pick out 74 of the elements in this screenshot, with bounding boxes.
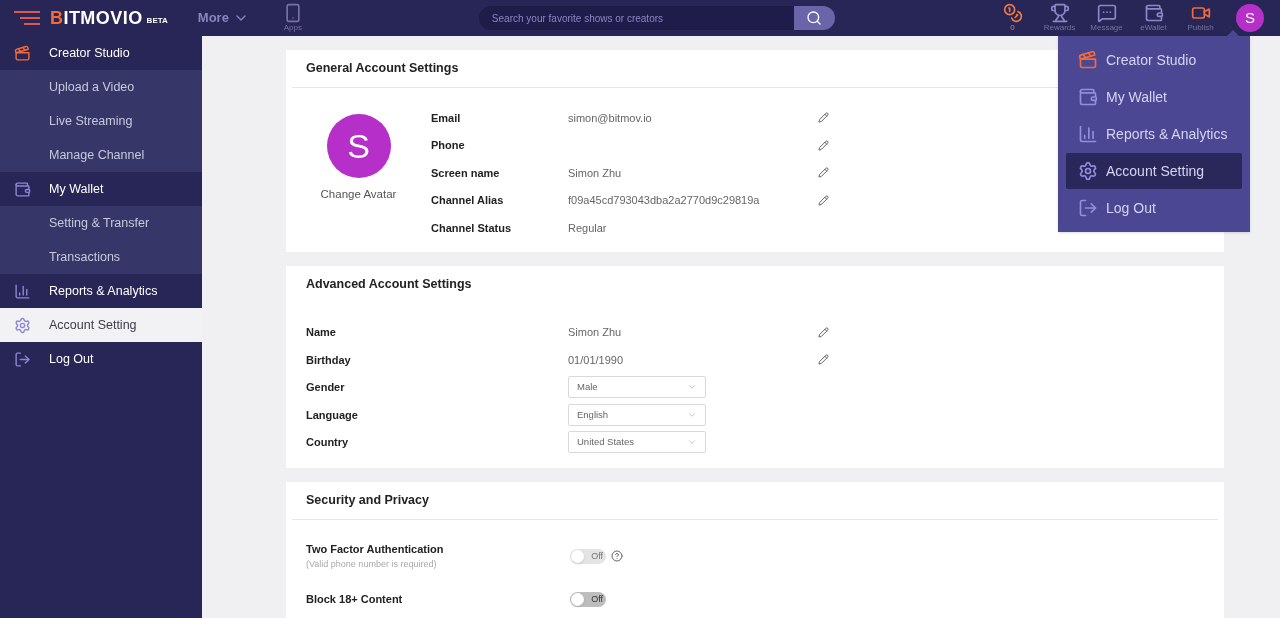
sidebar-item[interactable]: Creator Studio (0, 36, 202, 70)
menu-item[interactable]: Account Setting (1066, 153, 1242, 189)
sidebar-item[interactable]: Account Setting (0, 308, 202, 342)
edit-button[interactable] (818, 354, 829, 366)
coin-icon (1002, 3, 1023, 23)
edit-button[interactable] (818, 139, 829, 151)
submenu-item[interactable]: Manage Channel (0, 138, 202, 172)
setting-note: (Valid phone number is required) (306, 557, 438, 571)
logo[interactable]: BITMOVIO BETA (50, 9, 168, 27)
trophy-icon (1049, 3, 1070, 23)
edit-button[interactable] (818, 112, 829, 124)
field-label: Country (306, 435, 350, 450)
sidebar-item[interactable]: My Wallet (0, 172, 202, 206)
settings-icon (13, 316, 31, 334)
setting-label: Block 18+ Content (306, 592, 404, 607)
field-label: Name (306, 325, 337, 340)
field-value: f09a45cd793043dba2a2770d9c29819a (568, 193, 761, 208)
edit-button[interactable] (818, 326, 829, 338)
toggle-switch[interactable]: Off (570, 591, 606, 607)
pencil-icon (818, 139, 829, 151)
dropdown-select[interactable]: United States (568, 431, 706, 454)
logout-icon (1078, 198, 1098, 218)
pencil-icon (818, 354, 829, 366)
card-title: Advanced Account Settings (305, 276, 473, 294)
submenu-item[interactable]: Setting & Transfer (0, 206, 202, 240)
field-label: Channel Status (431, 220, 513, 236)
field-value: simon@bitmov.io (568, 110, 653, 126)
pencil-icon (818, 112, 829, 124)
change-avatar-link[interactable]: Change Avatar (320, 186, 397, 204)
settings-icon (1078, 161, 1098, 181)
header-action[interactable]: 0 (989, 3, 1036, 33)
setting-label: Two Factor Authentication (306, 542, 445, 557)
pencil-icon (818, 326, 829, 338)
header-action[interactable]: Publish (1177, 3, 1224, 33)
field-label: Channel Alias (431, 193, 505, 208)
search-button[interactable] (793, 6, 835, 30)
pencil-icon (818, 167, 829, 179)
more-menu[interactable]: More (197, 8, 249, 28)
dropdown-select[interactable]: English (568, 403, 706, 426)
submenu-item[interactable]: Transactions (0, 240, 202, 274)
field-label: Email (431, 110, 462, 126)
pencil-icon (818, 194, 829, 206)
field-value: Simon Zhu (568, 325, 623, 340)
header-action[interactable]: Message (1083, 3, 1130, 33)
header-action[interactable]: eWallet (1130, 3, 1177, 33)
field-label: Language (306, 407, 359, 423)
search-field[interactable]: Search your favorite shows or creators (478, 6, 794, 30)
apps-button[interactable]: Apps (282, 3, 303, 33)
field-label: Phone (431, 138, 466, 153)
field-label: Gender (306, 380, 346, 395)
field-value: Simon Zhu (568, 165, 623, 181)
field-label: Birthday (306, 352, 352, 368)
avatar[interactable]: S (1236, 4, 1264, 32)
dropdown-select[interactable]: Male (568, 376, 706, 399)
header-action[interactable]: Rewards (1036, 3, 1083, 33)
sidebar-item[interactable]: Log Out (0, 342, 202, 376)
field-label: Screen name (431, 165, 501, 181)
edit-button[interactable] (818, 167, 829, 179)
menu-item[interactable]: Reports & Analytics (1066, 116, 1242, 152)
menu-icon[interactable] (14, 11, 40, 25)
field-value: 01/01/1990 (568, 352, 625, 368)
bar-chart-icon (13, 282, 31, 300)
bar-chart-icon (1078, 124, 1098, 144)
sidebar-item[interactable]: Reports & Analytics (0, 274, 202, 308)
profile-avatar[interactable]: S (326, 114, 391, 178)
edit-button[interactable] (818, 194, 829, 206)
menu-item[interactable]: Log Out (1066, 190, 1242, 226)
search-icon (806, 10, 823, 26)
logout-icon (13, 350, 31, 368)
chat-icon (1096, 3, 1117, 23)
card-title: Security and Privacy (292, 482, 1218, 520)
submenu-item[interactable]: Upload a Video (0, 70, 202, 104)
submenu-item[interactable]: Live Streaming (0, 104, 202, 138)
field-value: Regular (568, 220, 608, 236)
